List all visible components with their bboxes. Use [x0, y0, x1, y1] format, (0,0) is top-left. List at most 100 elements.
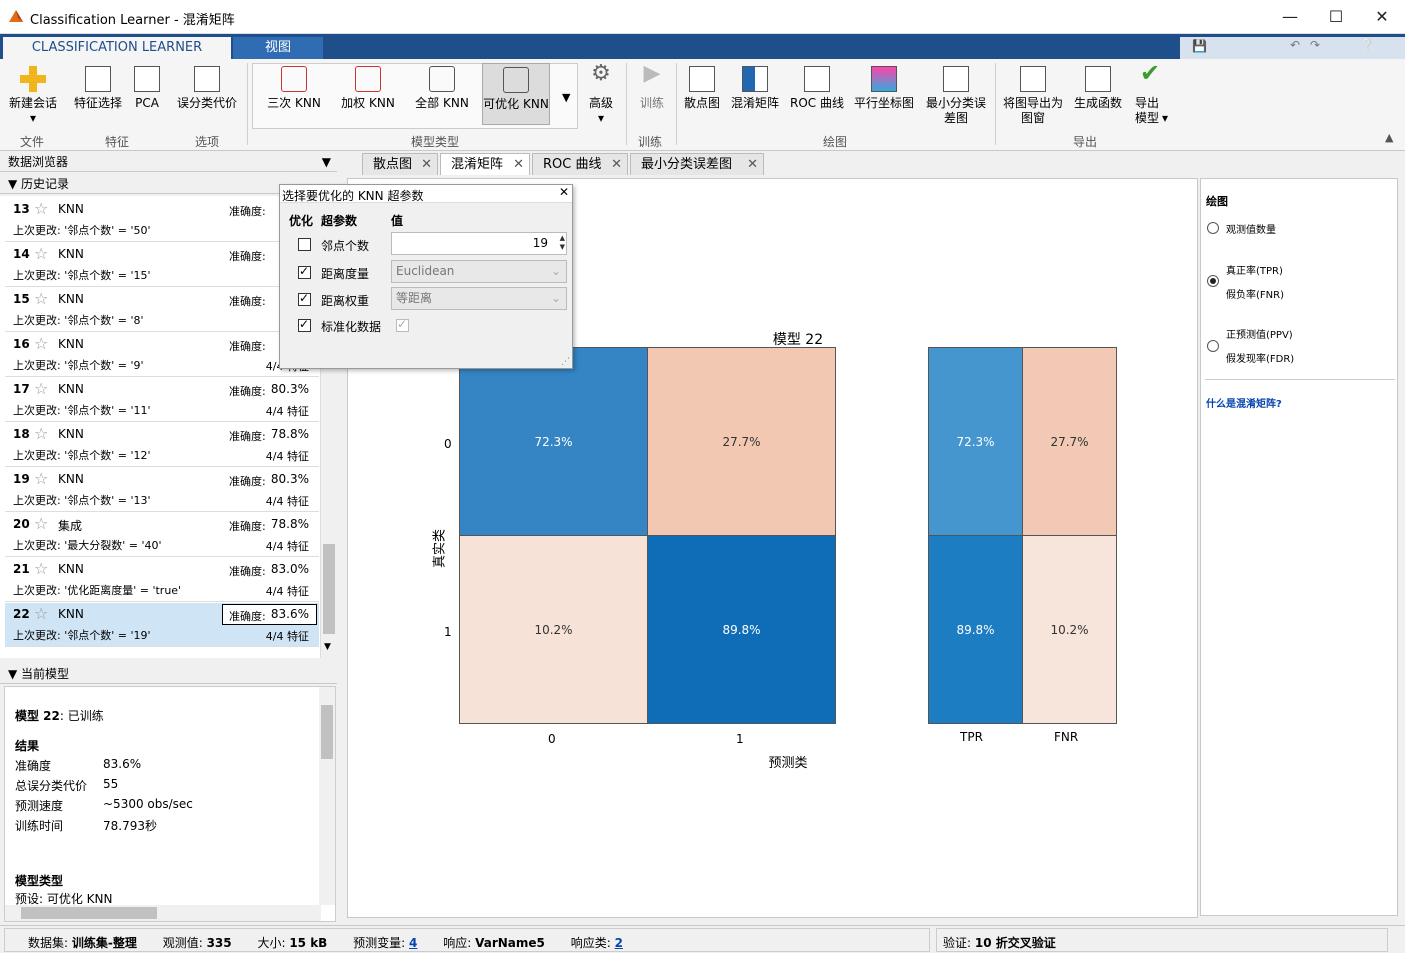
status-dataset: 训练集-整理 — [71, 936, 137, 950]
distance-metric-select[interactable]: Euclidean ⌄ — [391, 260, 567, 283]
generate-function-button[interactable]: 生成函数 — [1070, 63, 1126, 111]
close-icon[interactable]: ✕ — [611, 154, 622, 176]
history-item[interactable]: 20 ☆ 集成 准确度: 78.8% 上次更改: '最大分裂数' = '40' 4/4 特征 — [5, 513, 319, 557]
help-icon[interactable]: ❔ — [1360, 38, 1375, 52]
chevron-down-icon[interactable]: ▼ — [322, 152, 331, 172]
tab-roc[interactable]: ROC 曲线 ✕ — [532, 153, 628, 175]
history-item[interactable]: 13☆KNN准确度:7上次更改: '邻点个数' = '50'4/4 — [5, 198, 319, 242]
redo-icon[interactable]: ↷ — [1310, 38, 1320, 52]
scatter-plot-button[interactable]: 散点图 — [680, 63, 724, 111]
dialog-titlebar: 选择要优化的 KNN 超参数 ✕ — [280, 185, 572, 203]
train-button[interactable]: ▶ 训练 — [634, 63, 670, 111]
tab-scatter[interactable]: 散点图 ✕ — [362, 153, 438, 175]
radio-observations[interactable] — [1207, 222, 1219, 234]
collapse-ribbon-icon[interactable]: ▲ — [1385, 131, 1393, 144]
radio-tpr-fnr[interactable] — [1207, 275, 1219, 287]
cubic-knn-button[interactable]: 三次 KNN — [262, 63, 326, 111]
optimize-checkbox-neighbors[interactable] — [298, 238, 311, 251]
status-size: 15 kB — [289, 936, 328, 950]
spinner-arrows-icon[interactable]: ▲ ▼ — [560, 234, 565, 252]
star-icon[interactable]: ☆ — [34, 514, 48, 533]
summary-hscrollbar[interactable] — [5, 905, 321, 921]
close-icon[interactable]: ✕ — [513, 154, 524, 176]
chevron-down-icon[interactable]: ▼ — [324, 642, 331, 652]
star-icon[interactable]: ☆ — [34, 424, 48, 443]
param-label: 距离权重 — [321, 294, 370, 308]
feature-count: 4/4 特征 — [265, 495, 309, 508]
roc-curve-button[interactable]: ROC 曲线 — [788, 63, 846, 111]
status-classes-link[interactable]: 2 — [615, 936, 623, 950]
grid-icon — [194, 66, 220, 92]
pca-button[interactable]: PCA — [130, 63, 164, 111]
parallel-coordinates-button[interactable]: 平行坐标图 — [852, 63, 916, 111]
checkmark-icon: ✔ — [1139, 59, 1161, 87]
feature-selection-button[interactable]: 特征选择 — [70, 63, 126, 111]
status-predictors-link[interactable]: 4 — [409, 936, 417, 950]
advanced-button[interactable]: ⚙ 高级 ▾ — [584, 63, 618, 126]
confusion-matrix-button[interactable]: 混淆矩阵 — [728, 63, 782, 111]
result-key: 预测速度 — [15, 799, 64, 813]
min-classification-error-button[interactable]: 最小分类误差图 — [924, 63, 988, 126]
matrix-cell: 10.2% — [459, 535, 648, 724]
optimizable-knn-button[interactable]: 可优化 KNN — [482, 63, 550, 125]
optimize-checkbox-distance[interactable] — [298, 264, 311, 279]
standardize-value-checkbox[interactable] — [396, 317, 409, 332]
close-icon[interactable]: ✕ — [559, 185, 569, 199]
history-item[interactable]: 16☆KNN准确度:8上次更改: '邻点个数' = '9'4/4 特征 — [5, 333, 319, 377]
close-icon[interactable]: ✕ — [421, 154, 432, 176]
tab-view[interactable]: 视图 — [233, 37, 323, 59]
summary-scrollbar[interactable] — [319, 687, 335, 905]
history-item[interactable]: 22 ☆ KNN 准确度: 83.6% 上次更改: '邻点个数' = '19' 4/4 特征 — [5, 603, 319, 647]
history-item[interactable]: 21 ☆ KNN 准确度: 83.0% 上次更改: '优化距离度量' = 'true' 4/… — [5, 558, 319, 602]
chevron-down-icon: ▾ — [1161, 111, 1169, 125]
misclassification-cost-button[interactable]: 误分类代价 — [174, 63, 240, 111]
optimize-checkbox-standardize[interactable] — [298, 317, 311, 332]
close-window-button[interactable]: ✕ — [1359, 0, 1405, 34]
star-icon[interactable]: ☆ — [34, 334, 48, 353]
resize-grip-icon[interactable]: ⋰ — [561, 357, 570, 367]
radio-ppv-fdr[interactable] — [1207, 340, 1219, 352]
star-icon[interactable]: ☆ — [34, 244, 48, 263]
accuracy-label: 准确度: — [229, 610, 266, 623]
current-model-header[interactable]: ▼ 当前模型 — [0, 664, 337, 684]
minimize-button[interactable]: — — [1267, 0, 1313, 34]
status-label: 响应: — [443, 936, 472, 950]
play-icon: ▶ — [643, 61, 661, 86]
group-label: 特征 — [104, 135, 129, 149]
tab-confusion-matrix[interactable]: 混淆矩阵 ✕ — [440, 153, 530, 175]
star-icon[interactable]: ☆ — [34, 379, 48, 398]
group-label: 训练 — [637, 135, 662, 149]
history-item[interactable]: 17 ☆ KNN 准确度: 80.3% 上次更改: '邻点个数' = '11' 4/4 特征 — [5, 378, 319, 422]
result-key: 训练时间 — [15, 819, 64, 833]
history-item[interactable]: 19 ☆ KNN 准确度: 80.3% 上次更改: '邻点个数' = '13' 4/4 特征 — [5, 468, 319, 512]
star-icon[interactable]: ☆ — [34, 469, 48, 488]
export-plot-button[interactable]: 将图导出为图窗 — [1000, 63, 1066, 126]
weighted-knn-button[interactable]: 加权 KNN — [336, 63, 400, 111]
matrix-cell: 27.7% — [647, 347, 836, 536]
all-knn-button[interactable]: 全部 KNN — [410, 63, 474, 111]
tab-min-error[interactable]: 最小分类误差图 ✕ — [630, 153, 764, 175]
star-icon[interactable]: ☆ — [34, 289, 48, 308]
side-tick-label: FNR — [1054, 730, 1079, 744]
maximize-button[interactable]: ☐ — [1313, 0, 1359, 34]
neighbors-spinner[interactable]: 19 ▲ ▼ — [391, 232, 567, 255]
tab-classification-learner[interactable]: CLASSIFICATION LEARNER — [3, 37, 231, 59]
history-item[interactable]: 15☆KNN准确度:8上次更改: '邻点个数' = '8'4/4 — [5, 288, 319, 332]
accuracy-label: 准确度: — [229, 565, 266, 578]
history-item[interactable]: 14☆KNN准确度:7上次更改: '邻点个数' = '15'4/4 — [5, 243, 319, 287]
history-item[interactable]: 18 ☆ KNN 准确度: 78.8% 上次更改: '邻点个数' = '12' 4/4 特征 — [5, 423, 319, 467]
optimize-checkbox-weight[interactable] — [298, 291, 311, 306]
undo-icon[interactable]: ↶ — [1290, 38, 1300, 52]
distance-weight-select[interactable]: 等距离 ⌄ — [391, 287, 567, 310]
close-icon[interactable]: ✕ — [747, 154, 758, 176]
star-icon[interactable]: ☆ — [34, 604, 48, 623]
star-icon[interactable]: ☆ — [34, 559, 48, 578]
export-model-button[interactable]: ✔ 导出模型 ▾ — [1128, 59, 1172, 126]
gallery-expand-icon[interactable]: ▼ — [562, 91, 570, 104]
help-link[interactable]: 什么是混淆矩阵? — [1206, 395, 1282, 410]
radio-label: 正预测值(PPV) — [1226, 330, 1293, 341]
save-icon[interactable]: 💾 — [1192, 39, 1207, 53]
star-icon[interactable]: ☆ — [34, 199, 48, 218]
new-session-button[interactable]: 新建会话 ▾ — [4, 63, 62, 126]
accuracy-value: 80.3% — [270, 382, 309, 396]
